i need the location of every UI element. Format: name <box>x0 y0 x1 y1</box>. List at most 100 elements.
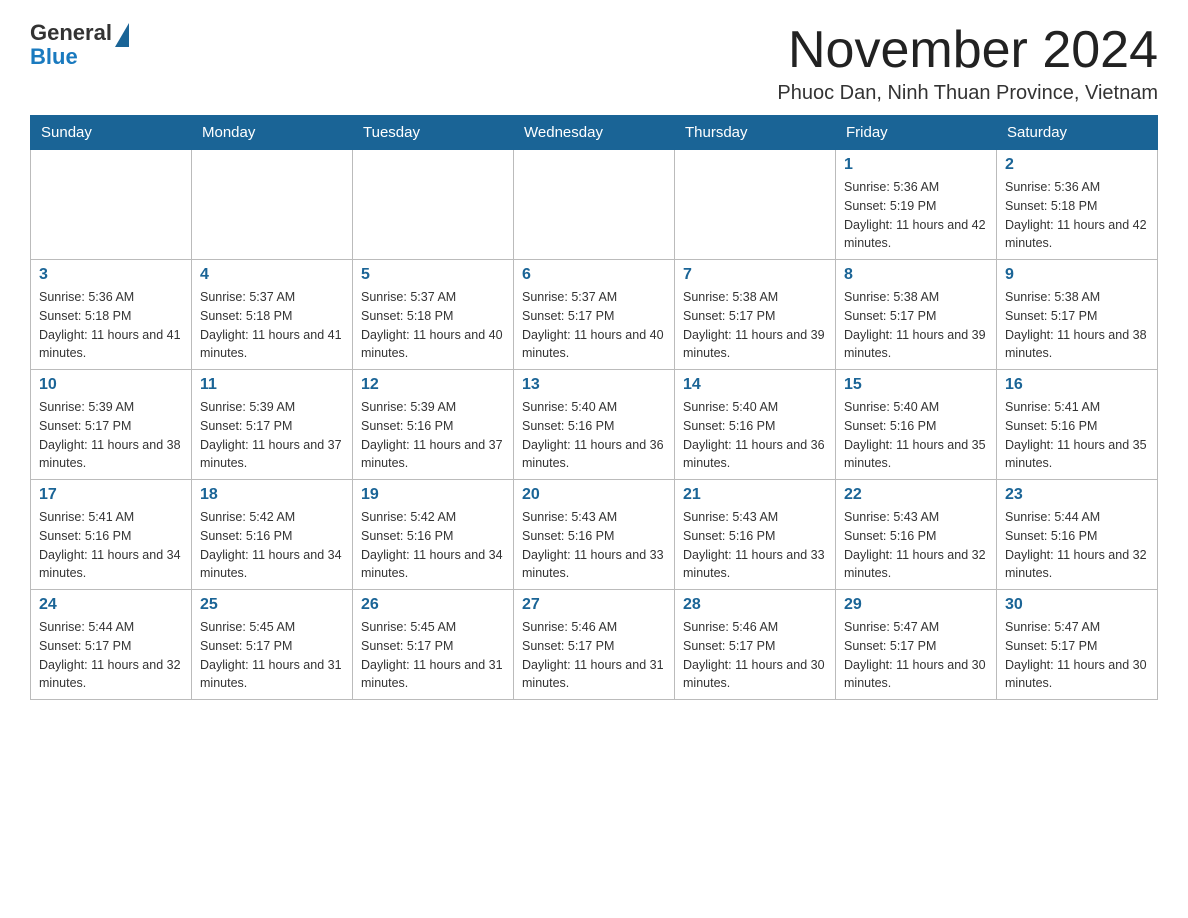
calendar-cell: 22Sunrise: 5:43 AM Sunset: 5:16 PM Dayli… <box>836 480 997 590</box>
day-number: 17 <box>39 486 183 504</box>
day-info: Sunrise: 5:36 AM Sunset: 5:19 PM Dayligh… <box>844 178 988 253</box>
calendar-cell: 2 Sunrise: 5:36 AM Sunset: 5:18 PM Daylig… <box>997 150 1158 260</box>
day-number: 2 <box>1005 156 1149 174</box>
day-number: 4 <box>200 266 344 284</box>
calendar-cell: 17 Sunrise: 5:41 AM Sunset: 5:16 PM Dayli… <box>31 480 192 590</box>
logo-blue-text: Blue <box>30 44 78 70</box>
day-number: 27 <box>522 596 666 614</box>
day-number: 5 <box>361 266 505 284</box>
calendar-cell: 7 Sunrise: 5:38 AM Sunset: 5:17 PM Daylig… <box>675 260 836 370</box>
day-number: 28 <box>683 596 827 614</box>
day-info: Sunrise: 5:38 AM Sunset: 5:17 PM Dayligh… <box>683 288 827 363</box>
week-row-5: 24 Sunrise: 5:44 AM Sunset: 5:17 PM Dayli… <box>31 590 1158 700</box>
day-info: Sunrise: 5:45 AM Sunset: 5:17 PM Dayligh… <box>200 618 344 693</box>
day-info: Sunrise: 5:36 AM Sunset: 5:18 PM Dayligh… <box>1005 178 1149 253</box>
day-info: Sunrise: 5:37 AM Sunset: 5:17 PM Dayligh… <box>522 288 666 363</box>
logo-general-text: General <box>30 20 112 46</box>
day-info: Sunrise: 5:44 AM Sunset: 5:17 PM Dayligh… <box>39 618 183 693</box>
week-row-4: 17 Sunrise: 5:41 AM Sunset: 5:16 PM Dayli… <box>31 480 1158 590</box>
calendar-cell <box>353 150 514 260</box>
logo-triangle-icon <box>115 23 129 47</box>
day-info: Sunrise: 5:43 AM Sunset: 5:16 PM Dayligh… <box>522 508 666 583</box>
day-header-saturday: Saturday <box>997 116 1158 150</box>
day-info: Sunrise: 5:44 AM Sunset: 5:16 PM Dayligh… <box>1005 508 1149 583</box>
calendar-subtitle: Phuoc Dan, Ninh Thuan Province, Vietnam <box>777 82 1158 105</box>
day-info: Sunrise: 5:45 AM Sunset: 5:17 PM Dayligh… <box>361 618 505 693</box>
calendar-cell: 25Sunrise: 5:45 AM Sunset: 5:17 PM Dayli… <box>192 590 353 700</box>
day-number: 3 <box>39 266 183 284</box>
day-number: 16 <box>1005 376 1149 394</box>
calendar-title: November 2024 <box>777 20 1158 80</box>
day-info: Sunrise: 5:46 AM Sunset: 5:17 PM Dayligh… <box>683 618 827 693</box>
day-number: 21 <box>683 486 827 504</box>
calendar-cell: 10Sunrise: 5:39 AM Sunset: 5:17 PM Dayli… <box>31 370 192 480</box>
day-number: 6 <box>522 266 666 284</box>
calendar-cell: 18 Sunrise: 5:42 AM Sunset: 5:16 PM Dayli… <box>192 480 353 590</box>
day-number: 9 <box>1005 266 1149 284</box>
day-info: Sunrise: 5:47 AM Sunset: 5:17 PM Dayligh… <box>844 618 988 693</box>
day-header-thursday: Thursday <box>675 116 836 150</box>
calendar-header-row: SundayMondayTuesdayWednesdayThursdayFrid… <box>31 116 1158 150</box>
day-number: 10 <box>39 376 183 394</box>
calendar-table: SundayMondayTuesdayWednesdayThursdayFrid… <box>30 115 1158 700</box>
day-info: Sunrise: 5:41 AM Sunset: 5:16 PM Dayligh… <box>1005 398 1149 473</box>
day-info: Sunrise: 5:39 AM Sunset: 5:17 PM Dayligh… <box>200 398 344 473</box>
day-number: 26 <box>361 596 505 614</box>
calendar-cell <box>675 150 836 260</box>
day-info: Sunrise: 5:43 AM Sunset: 5:16 PM Dayligh… <box>683 508 827 583</box>
day-info: Sunrise: 5:40 AM Sunset: 5:16 PM Dayligh… <box>844 398 988 473</box>
calendar-cell: 27 Sunrise: 5:46 AM Sunset: 5:17 PM Dayli… <box>514 590 675 700</box>
calendar-cell <box>192 150 353 260</box>
day-info: Sunrise: 5:41 AM Sunset: 5:16 PM Dayligh… <box>39 508 183 583</box>
day-info: Sunrise: 5:38 AM Sunset: 5:17 PM Dayligh… <box>1005 288 1149 363</box>
day-number: 18 <box>200 486 344 504</box>
day-number: 8 <box>844 266 988 284</box>
day-number: 15 <box>844 376 988 394</box>
calendar-cell: 12 Sunrise: 5:39 AM Sunset: 5:16 PM Dayli… <box>353 370 514 480</box>
calendar-cell: 19 Sunrise: 5:42 AM Sunset: 5:16 PM Dayli… <box>353 480 514 590</box>
day-number: 19 <box>361 486 505 504</box>
day-number: 29 <box>844 596 988 614</box>
day-number: 7 <box>683 266 827 284</box>
calendar-cell: 15 Sunrise: 5:40 AM Sunset: 5:16 PM Dayli… <box>836 370 997 480</box>
calendar-cell: 29 Sunrise: 5:47 AM Sunset: 5:17 PM Dayli… <box>836 590 997 700</box>
calendar-cell <box>31 150 192 260</box>
calendar-cell: 21 Sunrise: 5:43 AM Sunset: 5:16 PM Dayli… <box>675 480 836 590</box>
calendar-cell: 6 Sunrise: 5:37 AM Sunset: 5:17 PM Daylig… <box>514 260 675 370</box>
calendar-cell: 23 Sunrise: 5:44 AM Sunset: 5:16 PM Dayli… <box>997 480 1158 590</box>
day-number: 12 <box>361 376 505 394</box>
day-info: Sunrise: 5:43 AM Sunset: 5:16 PM Dayligh… <box>844 508 988 583</box>
calendar-cell: 9 Sunrise: 5:38 AM Sunset: 5:17 PM Daylig… <box>997 260 1158 370</box>
calendar-cell: 28 Sunrise: 5:46 AM Sunset: 5:17 PM Dayli… <box>675 590 836 700</box>
day-info: Sunrise: 5:42 AM Sunset: 5:16 PM Dayligh… <box>200 508 344 583</box>
day-header-sunday: Sunday <box>31 116 192 150</box>
day-header-tuesday: Tuesday <box>353 116 514 150</box>
day-info: Sunrise: 5:46 AM Sunset: 5:17 PM Dayligh… <box>522 618 666 693</box>
calendar-cell: 11Sunrise: 5:39 AM Sunset: 5:17 PM Dayli… <box>192 370 353 480</box>
calendar-cell: 14 Sunrise: 5:40 AM Sunset: 5:16 PM Dayli… <box>675 370 836 480</box>
day-info: Sunrise: 5:36 AM Sunset: 5:18 PM Dayligh… <box>39 288 183 363</box>
title-area: November 2024 Phuoc Dan, Ninh Thuan Prov… <box>777 20 1158 105</box>
day-number: 24 <box>39 596 183 614</box>
calendar-cell: 8 Sunrise: 5:38 AM Sunset: 5:17 PM Daylig… <box>836 260 997 370</box>
day-number: 14 <box>683 376 827 394</box>
page-header: General Blue November 2024 Phuoc Dan, Ni… <box>30 20 1158 105</box>
week-row-3: 10 Sunrise: 5:39 AM Sunset: 5:17 PM Dayli… <box>31 370 1158 480</box>
day-number: 23 <box>1005 486 1149 504</box>
calendar-cell: 1 Sunrise: 5:36 AM Sunset: 5:19 PM Daylig… <box>836 150 997 260</box>
day-number: 1 <box>844 156 988 174</box>
day-header-friday: Friday <box>836 116 997 150</box>
day-info: Sunrise: 5:40 AM Sunset: 5:16 PM Dayligh… <box>683 398 827 473</box>
day-info: Sunrise: 5:47 AM Sunset: 5:17 PM Dayligh… <box>1005 618 1149 693</box>
day-info: Sunrise: 5:39 AM Sunset: 5:16 PM Dayligh… <box>361 398 505 473</box>
day-info: Sunrise: 5:37 AM Sunset: 5:18 PM Dayligh… <box>361 288 505 363</box>
calendar-cell: 26 Sunrise: 5:45 AM Sunset: 5:17 PM Dayli… <box>353 590 514 700</box>
calendar-cell: 24 Sunrise: 5:44 AM Sunset: 5:17 PM Dayli… <box>31 590 192 700</box>
calendar-cell: 16 Sunrise: 5:41 AM Sunset: 5:16 PM Dayli… <box>997 370 1158 480</box>
day-info: Sunrise: 5:40 AM Sunset: 5:16 PM Dayligh… <box>522 398 666 473</box>
calendar-cell: 5 Sunrise: 5:37 AM Sunset: 5:18 PM Daylig… <box>353 260 514 370</box>
calendar-cell <box>514 150 675 260</box>
day-info: Sunrise: 5:38 AM Sunset: 5:17 PM Dayligh… <box>844 288 988 363</box>
logo: General Blue <box>30 20 129 70</box>
day-info: Sunrise: 5:42 AM Sunset: 5:16 PM Dayligh… <box>361 508 505 583</box>
